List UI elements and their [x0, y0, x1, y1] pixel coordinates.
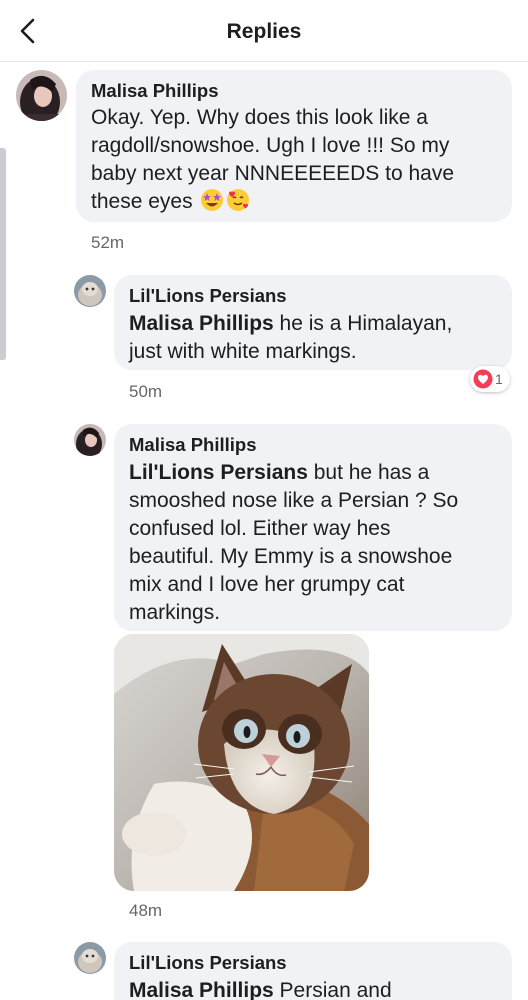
- comment-text: Lil'Lions Persians but he has a smooshed…: [129, 461, 459, 624]
- header: Replies: [0, 0, 528, 62]
- mention-link[interactable]: Malisa Phillips: [129, 979, 274, 1000]
- smiling-hearts-icon: [227, 189, 250, 211]
- comment-timestamp: 52m: [91, 233, 125, 252]
- reaction-count: 1: [495, 371, 503, 387]
- comment-text: Okay. Yep. Why does this look like a rag…: [91, 106, 455, 213]
- avatar[interactable]: [74, 424, 106, 456]
- mention-link[interactable]: Lil'Lions Persians: [129, 461, 308, 484]
- star-struck-icon: [201, 189, 224, 211]
- scroll-indicator[interactable]: [0, 148, 6, 360]
- comment-timestamp: 50m: [129, 382, 163, 401]
- comment-author[interactable]: Malisa Phillips: [91, 80, 219, 102]
- comment-bubble[interactable]: Lil'Lions Persians Malisa Phillips Persi…: [114, 942, 512, 1000]
- page-title: Replies: [226, 20, 302, 43]
- comment-text: Malisa Phillips Persian and: [129, 979, 392, 1000]
- comment-text: Malisa Phillips he is a Himalayan, just …: [129, 312, 453, 363]
- comment-author[interactable]: Lil'Lions Persians: [129, 952, 287, 974]
- avatar[interactable]: [16, 70, 67, 121]
- cat-photo[interactable]: [114, 634, 369, 891]
- avatar[interactable]: [74, 942, 106, 974]
- comment-author[interactable]: Malisa Phillips: [129, 434, 257, 456]
- avatar[interactable]: [74, 275, 106, 307]
- heart-icon: [473, 369, 493, 389]
- reaction-badge[interactable]: 1: [470, 366, 510, 392]
- mention-link[interactable]: Malisa Phillips: [129, 312, 274, 335]
- comment-timestamp: 48m: [129, 901, 163, 920]
- comment-author[interactable]: Lil'Lions Persians: [129, 285, 287, 307]
